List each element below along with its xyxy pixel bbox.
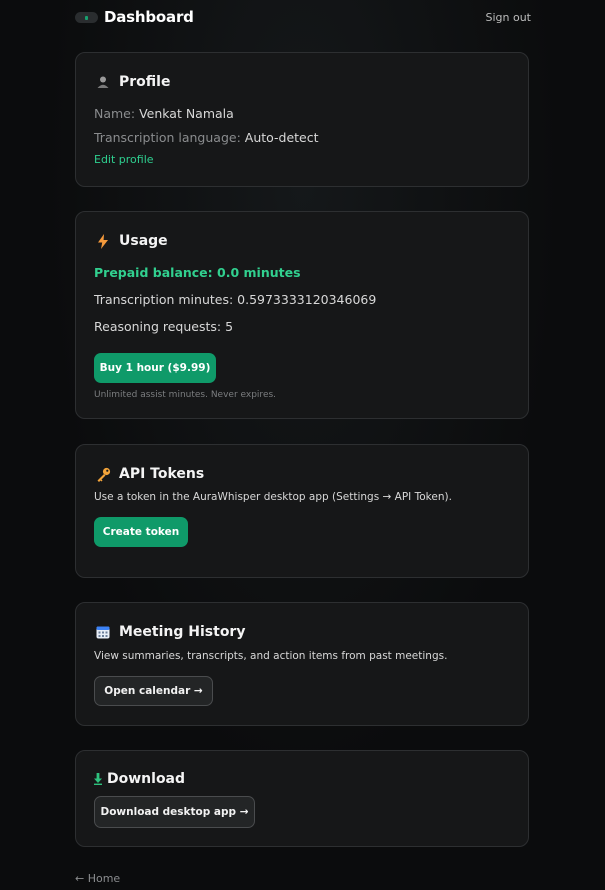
download-card: Download Download desktop app → xyxy=(75,750,529,847)
profile-card-title: Profile xyxy=(95,74,170,90)
profile-card: Profile Name: Venkat Namala Transcriptio… xyxy=(75,52,529,187)
lightning-icon xyxy=(95,233,111,249)
download-heading: Download xyxy=(107,771,186,787)
download-desktop-app-button[interactable]: Download desktop app → xyxy=(94,796,255,828)
key-icon xyxy=(95,466,111,482)
download-arrow-icon xyxy=(93,771,103,787)
api-tokens-heading: API Tokens xyxy=(119,466,205,482)
person-icon xyxy=(95,74,111,90)
buy-hour-button[interactable]: Buy 1 hour ($9.99) xyxy=(94,353,216,383)
reasoning-requests: Reasoning requests: 5 xyxy=(94,319,234,334)
transcription-minutes: Transcription minutes: 0.597333312034606… xyxy=(94,292,377,307)
sign-out-link[interactable]: Sign out xyxy=(485,11,531,24)
name-value: Venkat Namala xyxy=(139,106,234,121)
meeting-history-card-title: Meeting History xyxy=(95,624,245,640)
create-token-button[interactable]: Create token xyxy=(94,517,188,547)
api-tokens-card: API Tokens Use a token in the AuraWhispe… xyxy=(75,444,529,578)
profile-name-row: Name: Venkat Namala xyxy=(94,106,234,121)
profile-heading: Profile xyxy=(119,74,171,90)
profile-language-row: Transcription language: Auto-detect xyxy=(94,130,319,145)
api-tokens-card-title: API Tokens xyxy=(95,466,204,482)
page-title: Dashboard xyxy=(104,8,194,26)
meeting-history-description: View summaries, transcripts, and action … xyxy=(94,650,448,662)
open-calendar-button[interactable]: Open calendar → xyxy=(94,676,213,706)
edit-profile-link[interactable]: Edit profile xyxy=(94,153,154,166)
home-link[interactable]: ← Home xyxy=(75,872,120,885)
language-label: Transcription language: xyxy=(94,130,241,145)
calendar-icon xyxy=(95,624,111,640)
usage-card: Usage Prepaid balance: 0.0 minutes Trans… xyxy=(75,211,529,419)
usage-heading: Usage xyxy=(119,233,168,249)
download-card-title: Download xyxy=(93,771,185,787)
usage-card-title: Usage xyxy=(95,233,168,249)
prepaid-balance: Prepaid balance: 0.0 minutes xyxy=(94,265,301,280)
logo xyxy=(75,12,98,23)
usage-note: Unlimited assist minutes. Never expires. xyxy=(94,390,277,400)
api-tokens-description: Use a token in the AuraWhisper desktop a… xyxy=(94,491,452,503)
meeting-history-heading: Meeting History xyxy=(119,624,246,640)
top-bar: Dashboard Sign out xyxy=(75,6,531,30)
language-value: Auto-detect xyxy=(244,130,319,145)
logo-dot xyxy=(85,15,88,20)
name-label: Name: xyxy=(94,106,136,121)
meeting-history-card: Meeting History View summaries, transcri… xyxy=(75,602,529,726)
